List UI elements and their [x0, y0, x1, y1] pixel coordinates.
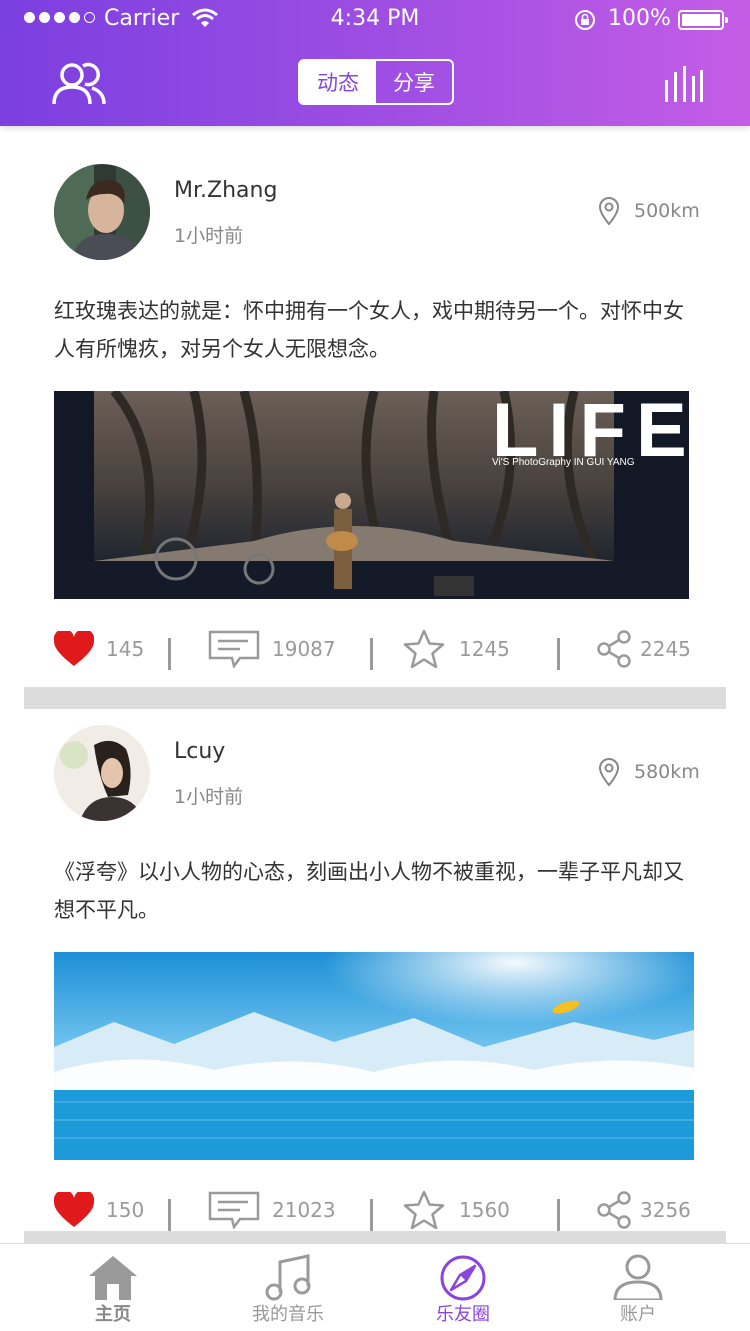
username[interactable]: Mr.Zhang [174, 178, 277, 203]
distance: 500km [634, 200, 700, 222]
star-icon [403, 629, 445, 669]
app-header: Carrier 4:34 PM 100% 动态 分享 [0, 0, 750, 126]
home-icon [89, 1256, 137, 1300]
comment-icon [208, 1191, 260, 1229]
share-count: 3256 [640, 1198, 691, 1222]
separator [370, 638, 373, 670]
favorite-button[interactable]: 1245 [403, 626, 510, 672]
distance: 580km [634, 761, 700, 783]
post-image[interactable] [54, 952, 694, 1160]
post-text: 《浮夸》以小人物的心态，刻画出小人物不被重视，一辈子平凡却又想不平凡。 [54, 860, 684, 922]
post-divider [24, 1231, 726, 1243]
tab-feed[interactable]: 动态 [300, 61, 376, 103]
post-time: 1小时前 [174, 225, 244, 247]
favorite-count: 1245 [459, 637, 510, 661]
battery-percentage: 100% [608, 6, 671, 31]
equalizer-icon[interactable] [664, 66, 704, 102]
tab-account[interactable]: 账户 [563, 1244, 713, 1331]
avatar[interactable] [54, 725, 150, 821]
comment-count: 21023 [272, 1198, 336, 1222]
location: 500km [598, 196, 700, 226]
share-icon [597, 1191, 631, 1229]
favorite-count: 1560 [459, 1198, 510, 1222]
user-icon [613, 1254, 663, 1300]
share-button[interactable]: 3256 [596, 1187, 691, 1233]
share-icon [597, 630, 631, 668]
tab-label: 主页 [95, 1304, 131, 1325]
avatar[interactable] [54, 164, 150, 260]
battery-icon [678, 10, 728, 30]
location-pin-icon [598, 758, 620, 787]
separator [168, 1199, 171, 1231]
post-divider [24, 687, 726, 709]
comment-button[interactable]: 21023 [208, 1187, 336, 1233]
like-count: 145 [106, 637, 145, 661]
share-button[interactable]: 2245 [596, 626, 691, 672]
like-count: 150 [106, 1198, 145, 1222]
heart-icon [54, 1192, 94, 1227]
tab-share[interactable]: 分享 [376, 61, 452, 103]
comment-count: 19087 [272, 637, 336, 661]
status-bar: Carrier 4:34 PM 100% [0, 0, 750, 40]
music-note-icon [265, 1254, 311, 1301]
comment-icon [208, 630, 260, 668]
rotation-lock-icon [575, 10, 595, 30]
comment-button[interactable]: 19087 [208, 626, 336, 672]
post-time: 1小时前 [174, 786, 244, 808]
separator [557, 638, 560, 670]
star-icon [403, 1190, 445, 1230]
tab-music-friends[interactable]: 乐友圈 [388, 1244, 538, 1331]
separator [370, 1199, 373, 1231]
post-actions: 145 19087 1245 2245 [0, 626, 750, 672]
tab-label: 我的音乐 [252, 1304, 324, 1325]
tab-label: 乐友圈 [436, 1304, 490, 1325]
bottom-tab-bar: 主页 我的音乐 乐友圈 账户 [0, 1243, 750, 1331]
separator [557, 1199, 560, 1231]
friends-icon[interactable] [52, 62, 106, 106]
feed-share-toggle: 动态 分享 [298, 59, 454, 105]
post-text: 红玫瑰表达的就是：怀中拥有一个女人，戏中期待另一个。对怀中女人有所愧疚，对另个女… [54, 299, 684, 361]
location-pin-icon [598, 197, 620, 226]
like-button[interactable]: 145 [54, 626, 144, 672]
heart-icon [54, 631, 94, 666]
like-button[interactable]: 150 [54, 1187, 144, 1233]
tab-home[interactable]: 主页 [38, 1244, 188, 1331]
image-subtitle: Vi'S PhotoGraphy IN GUI YANG [492, 457, 635, 468]
username[interactable]: Lcuy [174, 739, 225, 764]
share-count: 2245 [640, 637, 691, 661]
post-image[interactable]: LIFE Vi'S PhotoGraphy IN GUI YANG [54, 391, 689, 599]
tab-label: 账户 [620, 1304, 656, 1325]
location: 580km [598, 757, 700, 787]
compass-icon [440, 1255, 486, 1301]
post-actions: 150 21023 1560 3256 [0, 1187, 750, 1233]
tab-my-music[interactable]: 我的音乐 [213, 1244, 363, 1331]
separator [168, 638, 171, 670]
favorite-button[interactable]: 1560 [403, 1187, 510, 1233]
